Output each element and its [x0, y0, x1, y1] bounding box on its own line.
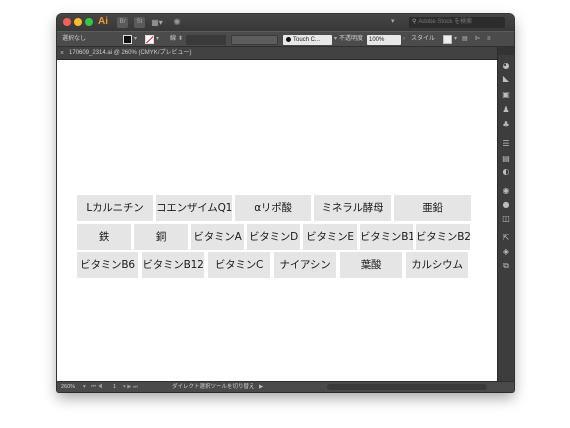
- artboard-number[interactable]: 1: [113, 382, 116, 392]
- stroke-weight-field[interactable]: [186, 35, 226, 45]
- artboards-icon[interactable]: ⧉: [501, 261, 511, 271]
- fill-swatch[interactable]: [123, 35, 132, 44]
- appearance-icon[interactable]: ●: [501, 200, 511, 210]
- color-guide-icon[interactable]: ◕: [501, 61, 511, 71]
- stroke-swatch[interactable]: [145, 35, 154, 44]
- stock-search-input[interactable]: ⚲ Adobe Stock を検索: [409, 17, 505, 28]
- workspace-switcher[interactable]: ▾: [391, 17, 395, 25]
- artboard-canvas[interactable]: Lカルニチン コエンザイムQ10 αリポ酸 ミネラル酵母 亜鉛 鉄 銅 ビタミン…: [57, 60, 497, 381]
- graphic-style-swatch[interactable]: [443, 35, 452, 44]
- word-chip[interactable]: コエンザイムQ10: [156, 195, 232, 221]
- symbols-icon[interactable]: ♣: [501, 120, 511, 130]
- transparency-icon[interactable]: ◉: [501, 186, 511, 196]
- zoom-level[interactable]: 260%: [61, 382, 75, 392]
- word-chip[interactable]: ビタミンA: [191, 224, 244, 250]
- word-chip[interactable]: カルシウム: [406, 252, 468, 278]
- bridge-button[interactable]: Br: [117, 17, 128, 28]
- opacity-field[interactable]: 100%: [367, 35, 401, 45]
- dock-collapse-handle[interactable]: [498, 47, 514, 55]
- word-chip[interactable]: Lカルニチン: [77, 195, 153, 221]
- selection-status: 選択なし: [62, 36, 87, 42]
- document-setup-icon[interactable]: ▤: [462, 34, 468, 44]
- opacity-arrow-icon[interactable]: ›: [403, 34, 405, 44]
- document-title: 170609_2314.ai @ 260% (CMYK/プレビュー): [69, 50, 192, 56]
- gpu-performance-icon[interactable]: ✺: [171, 17, 183, 28]
- status-bar: 260% ▾ ⏮ ◀ 1 ▾ ▶ ⏭ ダイレクト選択ツールを切り替え ▶: [57, 381, 514, 392]
- status-tool-hint: ダイレクト選択ツールを切り替え: [172, 384, 255, 390]
- zoom-window-button[interactable]: [85, 18, 93, 26]
- stroke-icon[interactable]: ▤: [501, 154, 511, 164]
- minimize-window-button[interactable]: [74, 18, 82, 26]
- style-label[interactable]: スタイル: [411, 34, 435, 44]
- control-panel: 選択なし ▾ ▾ 線 ⬍ Touch C... ▾ 不透明度 100% › スタ…: [57, 31, 514, 47]
- export-icon[interactable]: ⇱: [501, 233, 511, 243]
- stroke-dropdown-icon[interactable]: ▾: [156, 34, 159, 44]
- gradient-icon[interactable]: ◐: [501, 167, 511, 177]
- libraries-icon[interactable]: ◣: [501, 74, 511, 84]
- document-tab[interactable]: × 170609_2314.ai @ 260% (CMYK/プレビュー): [57, 47, 497, 60]
- title-bar: Ai Br St ▦▾ ✺ ▾ ⚲ Adobe Stock を検索: [57, 14, 514, 31]
- word-chip[interactable]: ビタミンC: [208, 252, 270, 278]
- brush-dropdown-icon[interactable]: ▾: [334, 34, 337, 44]
- word-chip[interactable]: ビタミンE: [303, 224, 357, 250]
- layers-icon[interactable]: ◈: [501, 247, 511, 257]
- word-chip[interactable]: 鉄: [77, 224, 131, 250]
- word-chip[interactable]: ビタミンB2: [416, 224, 470, 250]
- close-window-button[interactable]: [63, 18, 71, 26]
- word-chip[interactable]: 亜鉛: [394, 195, 471, 221]
- illustrator-logo: Ai: [98, 16, 108, 27]
- zoom-dropdown-icon[interactable]: ▾: [83, 382, 86, 392]
- word-chip[interactable]: ビタミンD: [247, 224, 300, 250]
- word-chip[interactable]: ビタミンB12: [142, 252, 204, 278]
- panel-menu-icon[interactable]: ≡: [487, 34, 491, 44]
- close-tab-icon[interactable]: ×: [60, 48, 64, 59]
- word-chip[interactable]: ビタミンB6: [77, 252, 138, 278]
- graphic-styles-icon[interactable]: ◫: [501, 214, 511, 224]
- opacity-label[interactable]: 不透明度: [339, 34, 363, 44]
- word-chip[interactable]: ミネラル酵母: [314, 195, 391, 221]
- status-arrow-icon[interactable]: ▶: [259, 382, 263, 392]
- search-placeholder: Adobe Stock を検索: [418, 19, 473, 25]
- horizontal-scrollbar[interactable]: [327, 384, 487, 390]
- panel-dock: ◕ ◣ ▣ ♟ ♣ ☰ ▤ ◐ ◉ ● ◫ ⇱ ◈ ⧉: [497, 47, 514, 381]
- brush-definition[interactable]: Touch C...: [283, 35, 332, 45]
- image-trace-icon[interactable]: ▣: [501, 90, 511, 100]
- stock-button[interactable]: St: [134, 17, 145, 28]
- stroke-stepper-icon[interactable]: ⬍: [178, 34, 183, 44]
- align-panel-icon[interactable]: ⊫: [475, 34, 480, 44]
- variable-width-profile[interactable]: [231, 35, 278, 45]
- word-chip[interactable]: 葉酸: [340, 252, 402, 278]
- style-dropdown-icon[interactable]: ▾: [454, 34, 457, 44]
- word-chip[interactable]: 銅: [134, 224, 188, 250]
- first-artboard-icon[interactable]: ⏮ ◀: [91, 382, 102, 392]
- align-icon[interactable]: ☰: [501, 139, 511, 149]
- fill-dropdown-icon[interactable]: ▾: [134, 34, 137, 44]
- word-chip[interactable]: αリポ酸: [235, 195, 311, 221]
- word-chip[interactable]: ナイアシン: [274, 252, 336, 278]
- illustrator-window: Ai Br St ▦▾ ✺ ▾ ⚲ Adobe Stock を検索 選択なし ▾ …: [57, 14, 514, 392]
- puppet-icon[interactable]: ♟: [501, 105, 511, 115]
- arrange-documents-icon[interactable]: ▦▾: [149, 17, 165, 28]
- stroke-label[interactable]: 線: [170, 34, 176, 44]
- next-artboard-icon[interactable]: ▾ ▶ ⏭: [123, 382, 138, 392]
- search-icon: ⚲: [412, 19, 417, 25]
- word-chip[interactable]: ビタミンB1: [360, 224, 413, 250]
